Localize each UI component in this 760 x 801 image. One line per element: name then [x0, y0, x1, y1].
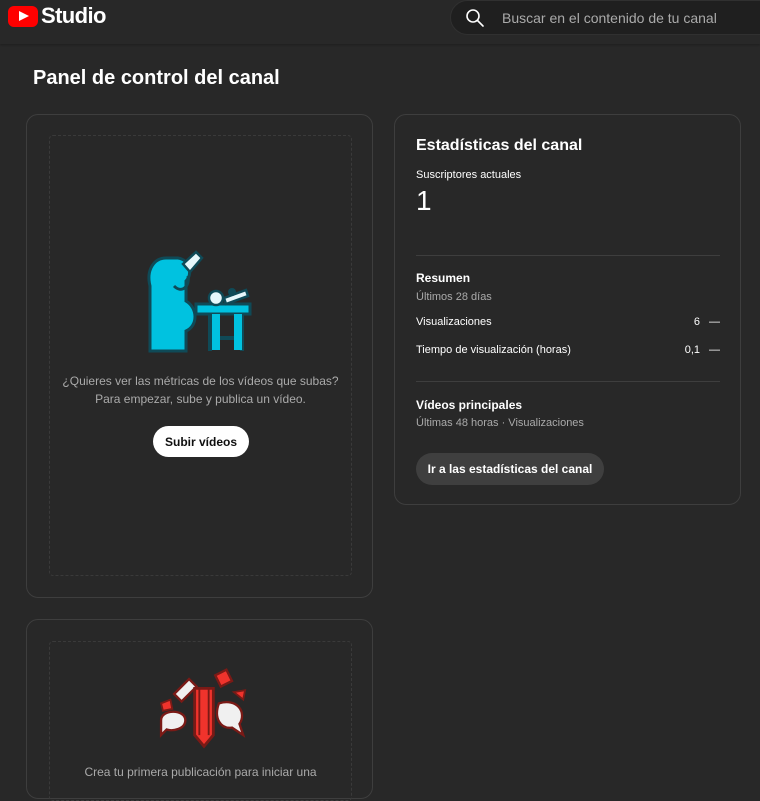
page-title: Panel de control del canal	[33, 67, 280, 89]
logo-text: Studio	[41, 3, 106, 28]
pencil-chat-illustration-icon	[159, 668, 247, 749]
upload-videos-button[interactable]: Subir vídeos	[153, 426, 249, 457]
upload-message-line2: Para empezar, sube y publica un vídeo.	[95, 392, 306, 406]
search-icon[interactable]	[463, 6, 487, 30]
summary-period: Últimos 28 días	[416, 291, 492, 303]
community-post-card: Crea tu primera publicación para iniciar…	[26, 619, 373, 801]
divider	[416, 381, 720, 382]
divider	[416, 255, 720, 256]
subscribers-count: 1	[416, 185, 432, 216]
top-videos-period: Últimas 48 horas · Visualizaciones	[416, 417, 584, 429]
summary-title: Resumen	[416, 271, 471, 285]
youtube-studio-logo[interactable]: Studio	[8, 3, 106, 29]
scientist-illustration-icon	[147, 250, 252, 353]
search-bar[interactable]	[450, 0, 760, 35]
top-bar: Studio	[0, 0, 760, 44]
post-message-line1: Crea tu primera publicación para iniciar…	[84, 765, 317, 779]
metric-value-watch-time: 0,1	[684, 344, 700, 356]
metric-label-views: Visualizaciones	[416, 316, 492, 328]
stats-title: Estadísticas del canal	[416, 137, 583, 154]
upload-area: ¿Quieres ver las métricas de los vídeos …	[49, 135, 352, 576]
post-area: Crea tu primera publicación para iniciar…	[49, 641, 352, 801]
top-videos-title: Vídeos principales	[416, 398, 523, 412]
search-input[interactable]	[500, 8, 760, 27]
youtube-play-icon	[8, 5, 38, 27]
channel-stats-card: Estadísticas del canal Suscriptores actu…	[394, 114, 741, 505]
metric-trend-watch-time: —	[709, 344, 720, 356]
go-to-channel-analytics-button[interactable]: Ir a las estadísticas del canal	[416, 453, 604, 485]
metric-trend-views: —	[709, 316, 720, 328]
metric-value-views: 6	[693, 316, 700, 328]
subscribers-label: Suscriptores actuales	[416, 169, 522, 181]
upload-video-card: ¿Quieres ver las métricas de los vídeos …	[26, 114, 373, 598]
metric-label-watch-time: Tiempo de visualización (horas)	[416, 344, 571, 356]
upload-message-line1: ¿Quieres ver las métricas de los vídeos …	[62, 374, 339, 388]
